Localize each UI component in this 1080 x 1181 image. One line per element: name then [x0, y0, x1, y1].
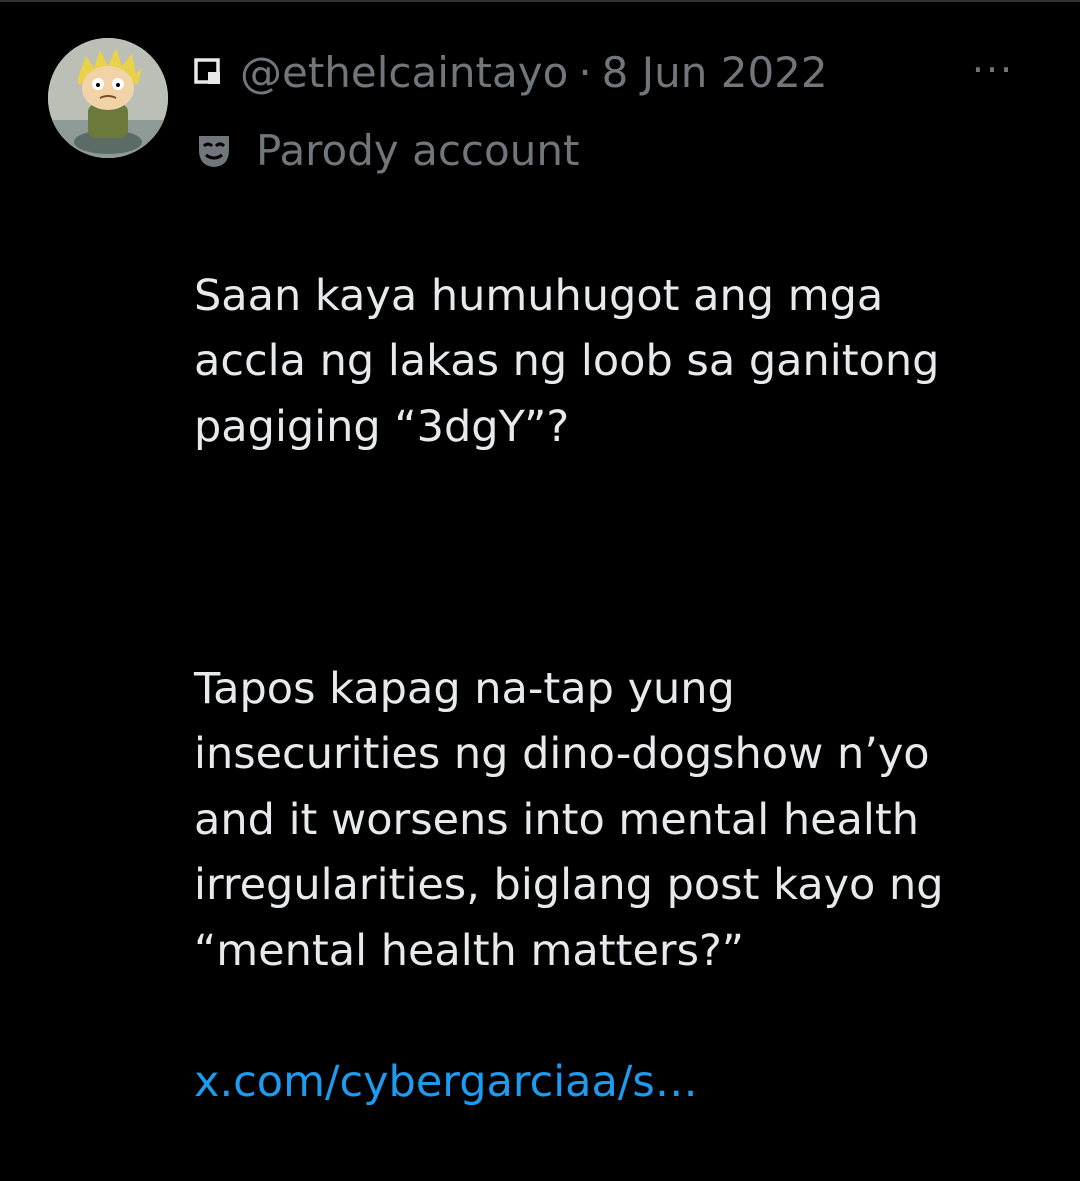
- square-icon: [194, 58, 222, 86]
- tweet-paragraph-1: Saan kaya humuhugot ang mga accla ng lak…: [194, 270, 940, 452]
- top-divider: [0, 0, 1080, 2]
- parody-mask-icon: [194, 130, 234, 170]
- avatar[interactable]: [48, 38, 168, 158]
- tweet-paragraph-2: Tapos kapag na-tap yung insecurities ng …: [194, 663, 944, 976]
- tweet-header: @ethelcaintayo · 8 Jun 2022: [194, 40, 828, 104]
- author-handle[interactable]: @ethelcaintayo: [240, 48, 568, 97]
- parody-account-text: Parody account: [256, 125, 580, 175]
- cartoon-avatar-icon: [48, 38, 168, 158]
- tweet-link[interactable]: x.com/cybergarciaa/s…: [194, 1057, 698, 1107]
- more-options-button[interactable]: ···: [958, 48, 1028, 92]
- tweet-date[interactable]: 8 Jun 2022: [602, 48, 828, 97]
- separator: ·: [578, 47, 592, 97]
- tweet-body: Saan kaya humuhugot ang mga accla ng lak…: [194, 198, 1054, 1181]
- parody-label: Parody account: [194, 120, 579, 180]
- more-icon: ···: [971, 48, 1015, 92]
